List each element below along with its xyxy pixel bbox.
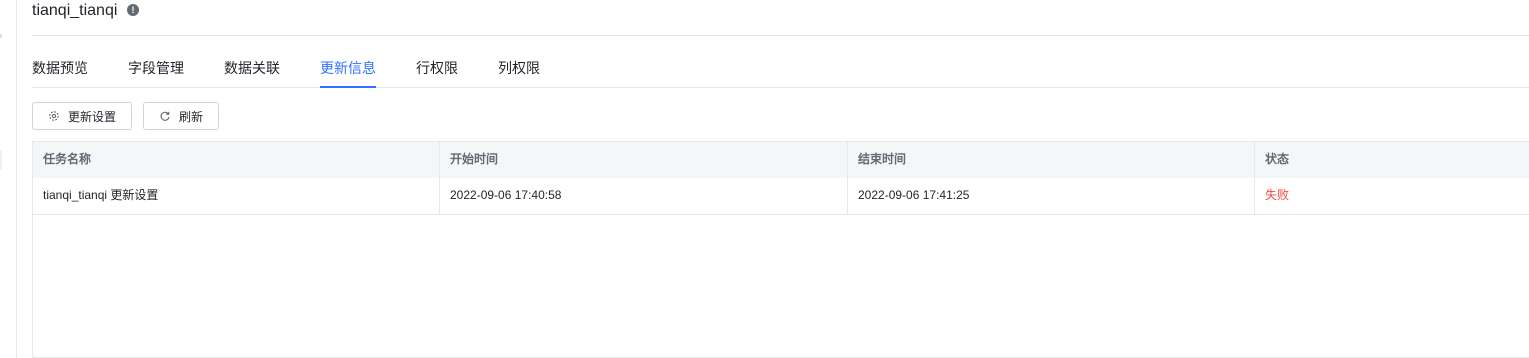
column-header-status: 状态: [1265, 152, 1290, 166]
update-settings-button[interactable]: 更新设置: [32, 102, 132, 130]
cell-start-time: 2022-09-06 17:40:58: [440, 178, 848, 214]
cell-task-name: tianqi_tianqi 更新设置: [33, 178, 440, 214]
tab-field-management[interactable]: 字段管理: [128, 52, 184, 87]
update-settings-label: 更新设置: [68, 109, 117, 124]
page-title: tianqi_tianqi: [32, 2, 118, 19]
table-header: 任务名称 开始时间 结束时间 状态: [33, 142, 1529, 179]
column-header-start-time: 开始时间: [440, 142, 848, 178]
gear-icon: [48, 110, 60, 122]
sidebar-marker: [0, 34, 2, 38]
table-row[interactable]: tianqi_tianqi 更新设置 2022-09-06 17:40:58 2…: [33, 178, 1529, 215]
column-header-task-name: 任务名称: [33, 142, 440, 178]
tab-column-permission[interactable]: 列权限: [498, 52, 540, 87]
tab-data-association[interactable]: 数据关联: [224, 52, 280, 87]
status-badge: 失败: [1265, 188, 1290, 202]
refresh-button[interactable]: 刷新: [143, 102, 219, 130]
info-icon[interactable]: !: [127, 4, 139, 16]
update-task-table: 任务名称 开始时间 结束时间 状态 tianqi_tianqi 更新设置 202…: [32, 141, 1529, 358]
column-header-end-time: 结束时间: [848, 142, 1255, 178]
cell-end-time: 2022-09-06 17:41:25: [848, 178, 1255, 214]
tab-bar: 数据预览 字段管理 数据关联 更新信息 行权限 列权限: [32, 52, 1529, 88]
page-header: tianqi_tianqi !: [32, 0, 1529, 36]
tab-update-info[interactable]: 更新信息: [320, 52, 376, 88]
refresh-icon: [159, 110, 171, 122]
sidebar-marker: [0, 150, 2, 170]
refresh-label: 刷新: [179, 109, 204, 124]
tab-data-preview[interactable]: 数据预览: [32, 52, 88, 87]
page: tianqi_tianqi ! 数据预览 字段管理 数据关联 更新信息 行权限 …: [0, 0, 1529, 358]
left-sidebar-edge: [0, 0, 17, 358]
tab-row-permission[interactable]: 行权限: [416, 52, 458, 87]
